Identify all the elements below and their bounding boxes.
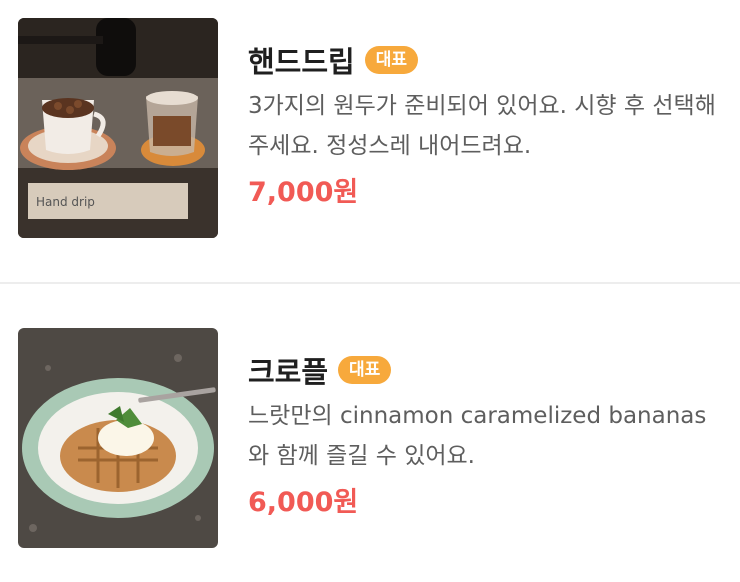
- menu-item-name: 핸드드립: [248, 45, 355, 79]
- menu-item-croffle[interactable]: 크로플 대표 느랏만의 cinnamon caramelized bananas…: [0, 328, 740, 548]
- menu-item-name: 크로플: [248, 355, 329, 389]
- menu-item-description: 3가지의 원두가 준비되어 있어요. 시향 후 선택해 주세요. 정성스레 내어…: [248, 93, 716, 159]
- menu-item-hand-drip[interactable]: Hand drip 핸드드립 대표 3가지의 원두가 준비되어 있어요. 시향 …: [0, 18, 740, 238]
- signature-badge: 대표: [338, 356, 392, 384]
- hand-drip-photo: Hand drip: [18, 18, 218, 238]
- croffle-photo: [18, 328, 218, 548]
- menu-item-description: 느랏만의 cinnamon caramelized bananas와 함께 즐길…: [248, 403, 707, 469]
- item-divider: [0, 282, 740, 284]
- menu-item-price: 7,000원: [248, 177, 359, 208]
- menu-item-price: 6,000원: [248, 487, 359, 518]
- signature-badge: 대표: [364, 46, 419, 74]
- hand-drip-mat-text: Hand drip: [36, 195, 95, 209]
